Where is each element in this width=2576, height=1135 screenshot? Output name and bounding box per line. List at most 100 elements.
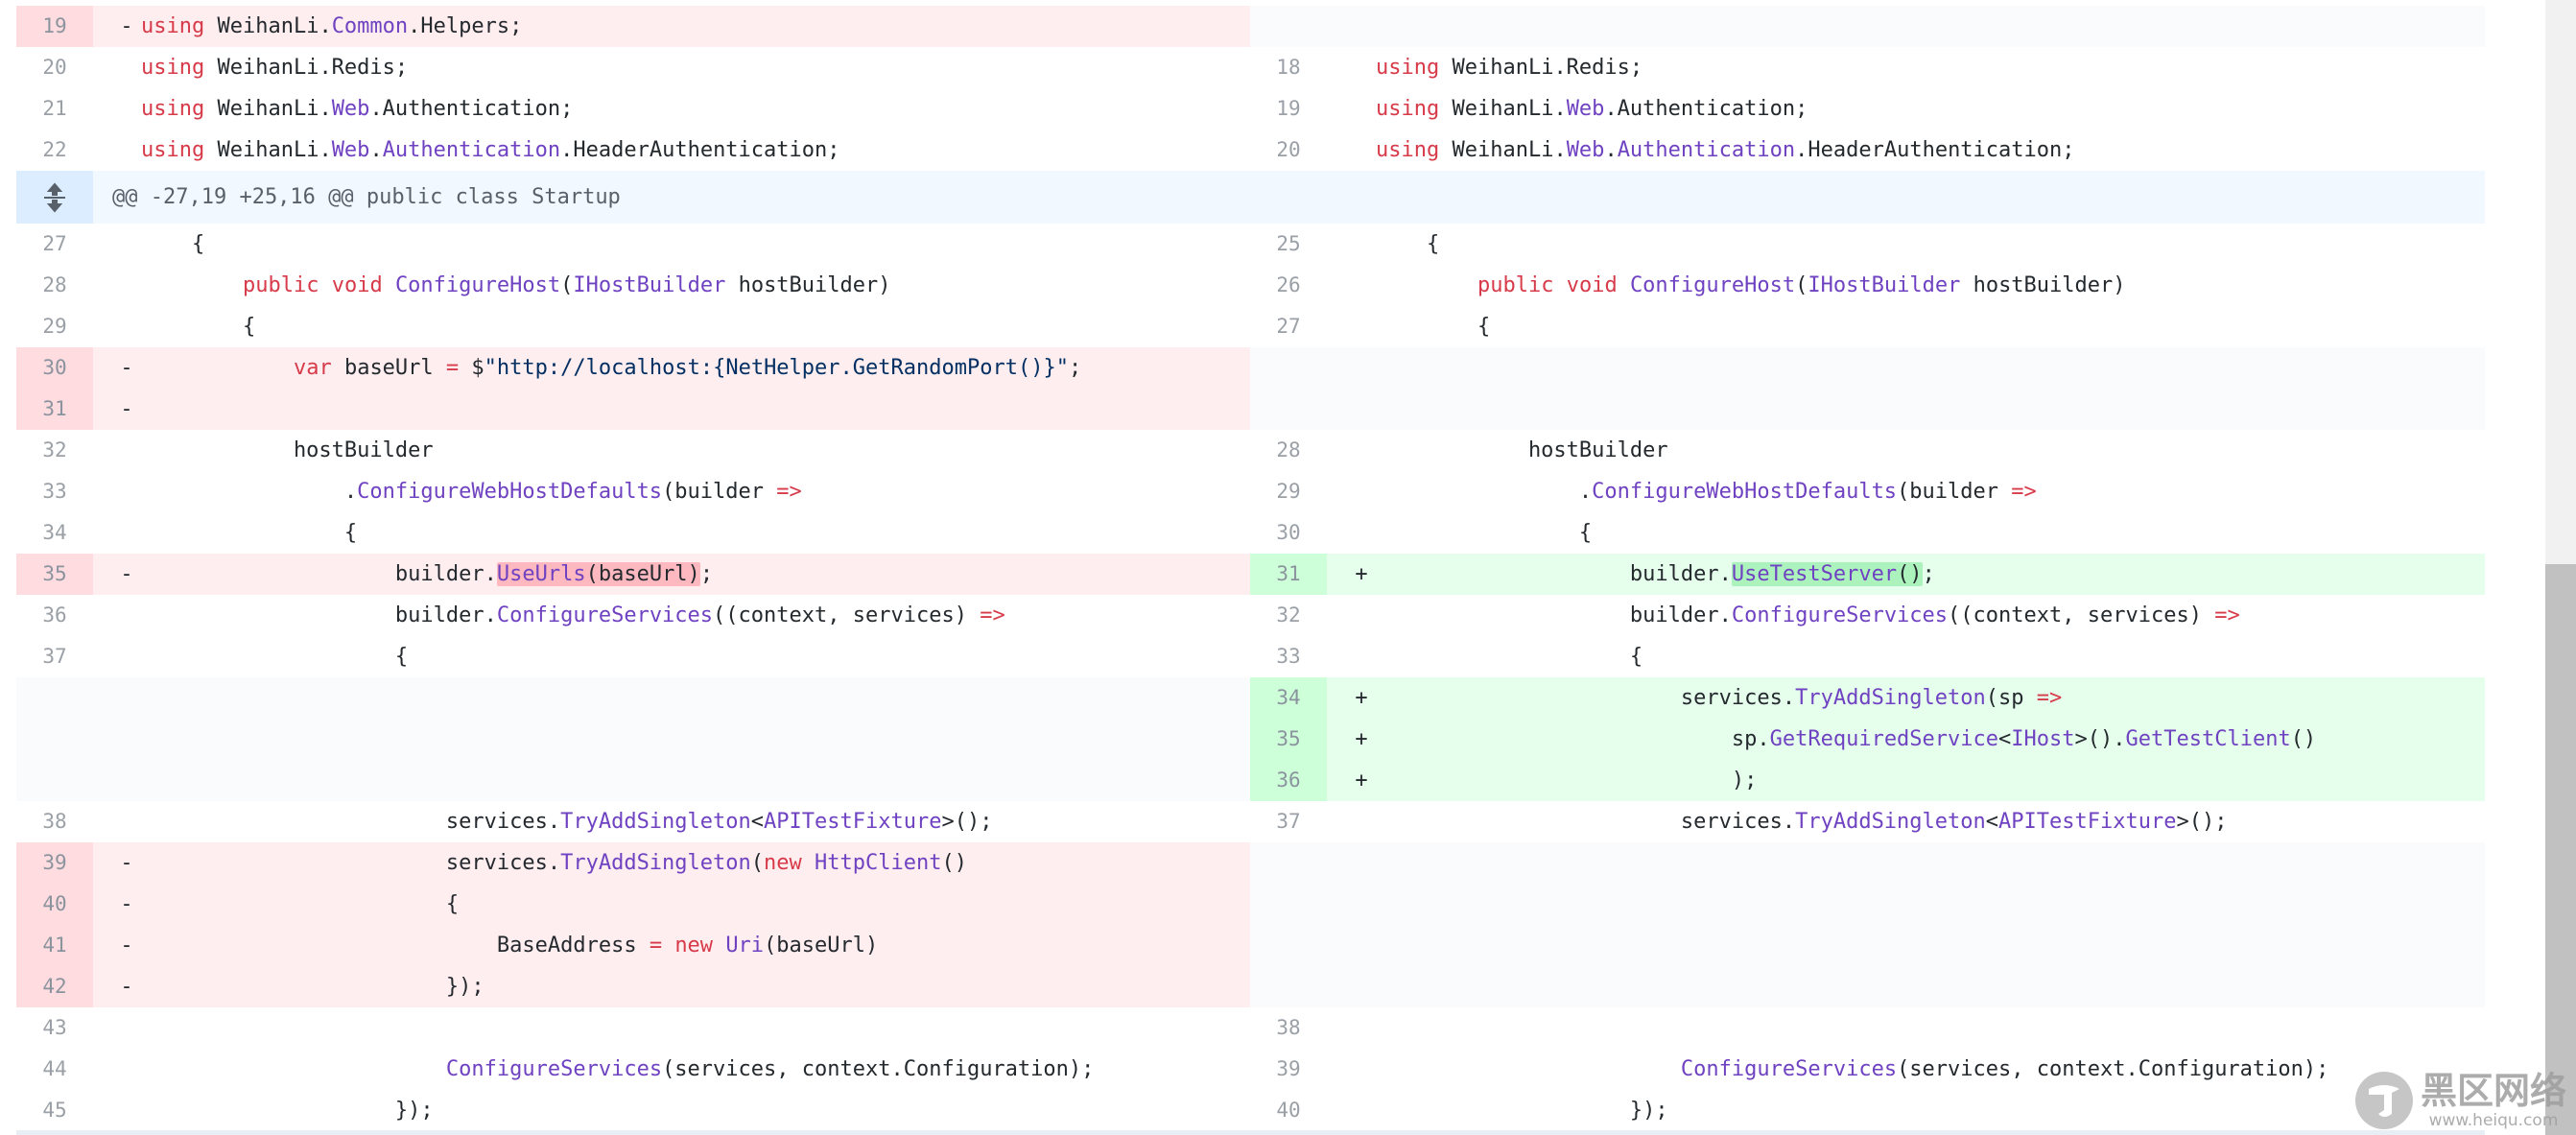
deletion-marker: - xyxy=(120,562,133,586)
old-line-number[interactable]: 31 xyxy=(16,389,93,430)
new-line-number[interactable]: 26 xyxy=(1250,265,1327,306)
old-line-number[interactable] xyxy=(16,760,93,801)
new-line-number[interactable] xyxy=(1250,842,1327,884)
old-line-number[interactable]: 38 xyxy=(16,801,93,842)
deletion-marker: - xyxy=(120,892,133,916)
old-line-number[interactable]: 21 xyxy=(16,88,93,130)
new-line-number[interactable] xyxy=(1250,966,1327,1007)
deletion-marker: - xyxy=(120,934,133,958)
new-code-line: }); xyxy=(1376,1099,1668,1123)
old-line-number[interactable]: 41 xyxy=(16,925,93,966)
old-line-number[interactable] xyxy=(16,719,93,760)
old-code-line: BaseAddress = new Uri(baseUrl) xyxy=(141,934,879,958)
deletion-marker: - xyxy=(120,14,133,38)
old-line-number[interactable]: 36 xyxy=(16,595,93,636)
old-line-number[interactable]: 34 xyxy=(16,512,93,554)
added-token: UseTestServer() xyxy=(1731,562,1923,586)
new-code-line: { xyxy=(1376,521,1593,545)
new-code-line xyxy=(1376,1007,2485,1049)
new-code-line: { xyxy=(1376,645,1643,669)
old-code-line: { xyxy=(141,521,358,545)
old-line-number[interactable]: 33 xyxy=(16,471,93,512)
expand-arrows-icon[interactable] xyxy=(16,171,93,224)
new-code-line: builder.ConfigureServices((context, serv… xyxy=(1376,603,2240,627)
new-line-number[interactable]: 40 xyxy=(1250,1090,1327,1131)
old-code-line: using WeihanLi.Common.Helpers; xyxy=(141,14,523,38)
old-line-number[interactable]: 43 xyxy=(16,1007,93,1049)
diff-row: 28 public void ConfigureHost(IHostBuilde… xyxy=(16,265,2485,306)
addition-marker xyxy=(1347,130,1376,171)
old-line-number[interactable]: 28 xyxy=(16,265,93,306)
new-line-number[interactable]: 30 xyxy=(1250,512,1327,554)
scrollbar-thumb[interactable] xyxy=(2545,564,2576,1135)
deletion-marker: - xyxy=(120,851,133,875)
new-line-number[interactable]: 38 xyxy=(1250,1007,1327,1049)
new-line-number[interactable] xyxy=(1250,347,1327,389)
diff-row: 39 - services.TryAddSingleton(new HttpCli… xyxy=(16,842,2485,884)
new-line-number[interactable]: 39 xyxy=(1250,1049,1327,1090)
old-line-number[interactable]: 29 xyxy=(16,306,93,347)
new-code-line xyxy=(1376,6,2485,47)
new-code-line: using WeihanLi.Web.Authentication; xyxy=(1376,97,1808,121)
addition-marker xyxy=(1347,88,1376,130)
new-line-number[interactable]: 29 xyxy=(1250,471,1327,512)
old-line-number[interactable]: 37 xyxy=(16,636,93,677)
old-line-number[interactable]: 22 xyxy=(16,130,93,171)
new-line-number[interactable]: 31 xyxy=(1250,554,1327,595)
new-line-number[interactable]: 19 xyxy=(1250,88,1327,130)
new-line-number[interactable] xyxy=(1250,925,1327,966)
new-line-number[interactable]: 28 xyxy=(1250,430,1327,471)
new-line-number[interactable] xyxy=(1250,6,1327,47)
new-code-line: ); xyxy=(1376,768,1758,792)
new-line-number[interactable] xyxy=(1250,884,1327,925)
diff-row: 32 hostBuilder 28 hostBuilder xyxy=(16,430,2485,471)
diff-row: 21 using WeihanLi.Web.Authentication; 19 us… xyxy=(16,88,2485,130)
old-line-number[interactable]: 32 xyxy=(16,430,93,471)
old-code-line xyxy=(141,760,1250,801)
old-line-number[interactable]: 40 xyxy=(16,884,93,925)
new-code-line: sp.GetRequiredService<IHost>().GetTestCl… xyxy=(1376,727,2317,751)
new-line-number[interactable]: 25 xyxy=(1250,224,1327,265)
old-line-number[interactable]: 44 xyxy=(16,1049,93,1090)
diff-row: 33 .ConfigureWebHostDefaults(builder => 2… xyxy=(16,471,2485,512)
diff-row: 40 - { xyxy=(16,884,2485,925)
new-line-number[interactable]: 20 xyxy=(1250,130,1327,171)
watermark-url: www.heiqu.com xyxy=(2428,1110,2559,1130)
new-line-number[interactable]: 37 xyxy=(1250,801,1327,842)
old-line-number[interactable]: 20 xyxy=(16,47,93,88)
addition-marker xyxy=(1347,6,1376,47)
deletion-marker xyxy=(112,471,141,512)
old-code-line: services.TryAddSingleton(new HttpClient(… xyxy=(141,851,967,875)
old-code-line: using WeihanLi.Web.Authentication; xyxy=(141,97,574,121)
vertical-scrollbar[interactable] xyxy=(2545,0,2576,1135)
diff-row: 36 + ); xyxy=(16,760,2485,801)
old-line-number[interactable]: 42 xyxy=(16,966,93,1007)
new-line-number[interactable]: 33 xyxy=(1250,636,1327,677)
new-line-number[interactable] xyxy=(1250,389,1327,430)
new-code-line: { xyxy=(1376,232,1440,256)
new-line-number[interactable]: 32 xyxy=(1250,595,1327,636)
deletion-marker xyxy=(112,430,141,471)
deletion-marker xyxy=(112,595,141,636)
old-code-line: var baseUrl = $"http://localhost:{NetHel… xyxy=(293,356,1082,380)
addition-marker xyxy=(1347,1090,1376,1131)
old-line-number[interactable]: 39 xyxy=(16,842,93,884)
new-line-number[interactable]: 35 xyxy=(1250,719,1327,760)
new-code-line: hostBuilder xyxy=(1376,438,1668,462)
new-line-number[interactable]: 27 xyxy=(1250,306,1327,347)
old-line-number[interactable]: 35 xyxy=(16,554,93,595)
old-line-number[interactable]: 45 xyxy=(16,1090,93,1131)
old-line-number[interactable] xyxy=(16,677,93,719)
new-line-number[interactable]: 18 xyxy=(1250,47,1327,88)
old-line-number[interactable]: 27 xyxy=(16,224,93,265)
deletion-marker xyxy=(112,1090,141,1131)
diff-row: 42 - }); xyxy=(16,966,2485,1007)
new-line-number[interactable]: 36 xyxy=(1250,760,1327,801)
addition-marker xyxy=(1347,1007,1376,1049)
new-line-number[interactable]: 34 xyxy=(1250,677,1327,719)
old-line-number[interactable]: 30 xyxy=(16,347,93,389)
watermark-logo-icon xyxy=(2355,1071,2413,1129)
diff-row: 31 - xyxy=(16,389,2485,430)
old-code-line: builder.ConfigureServices((context, serv… xyxy=(141,603,1005,627)
old-line-number[interactable]: 19 xyxy=(16,6,93,47)
